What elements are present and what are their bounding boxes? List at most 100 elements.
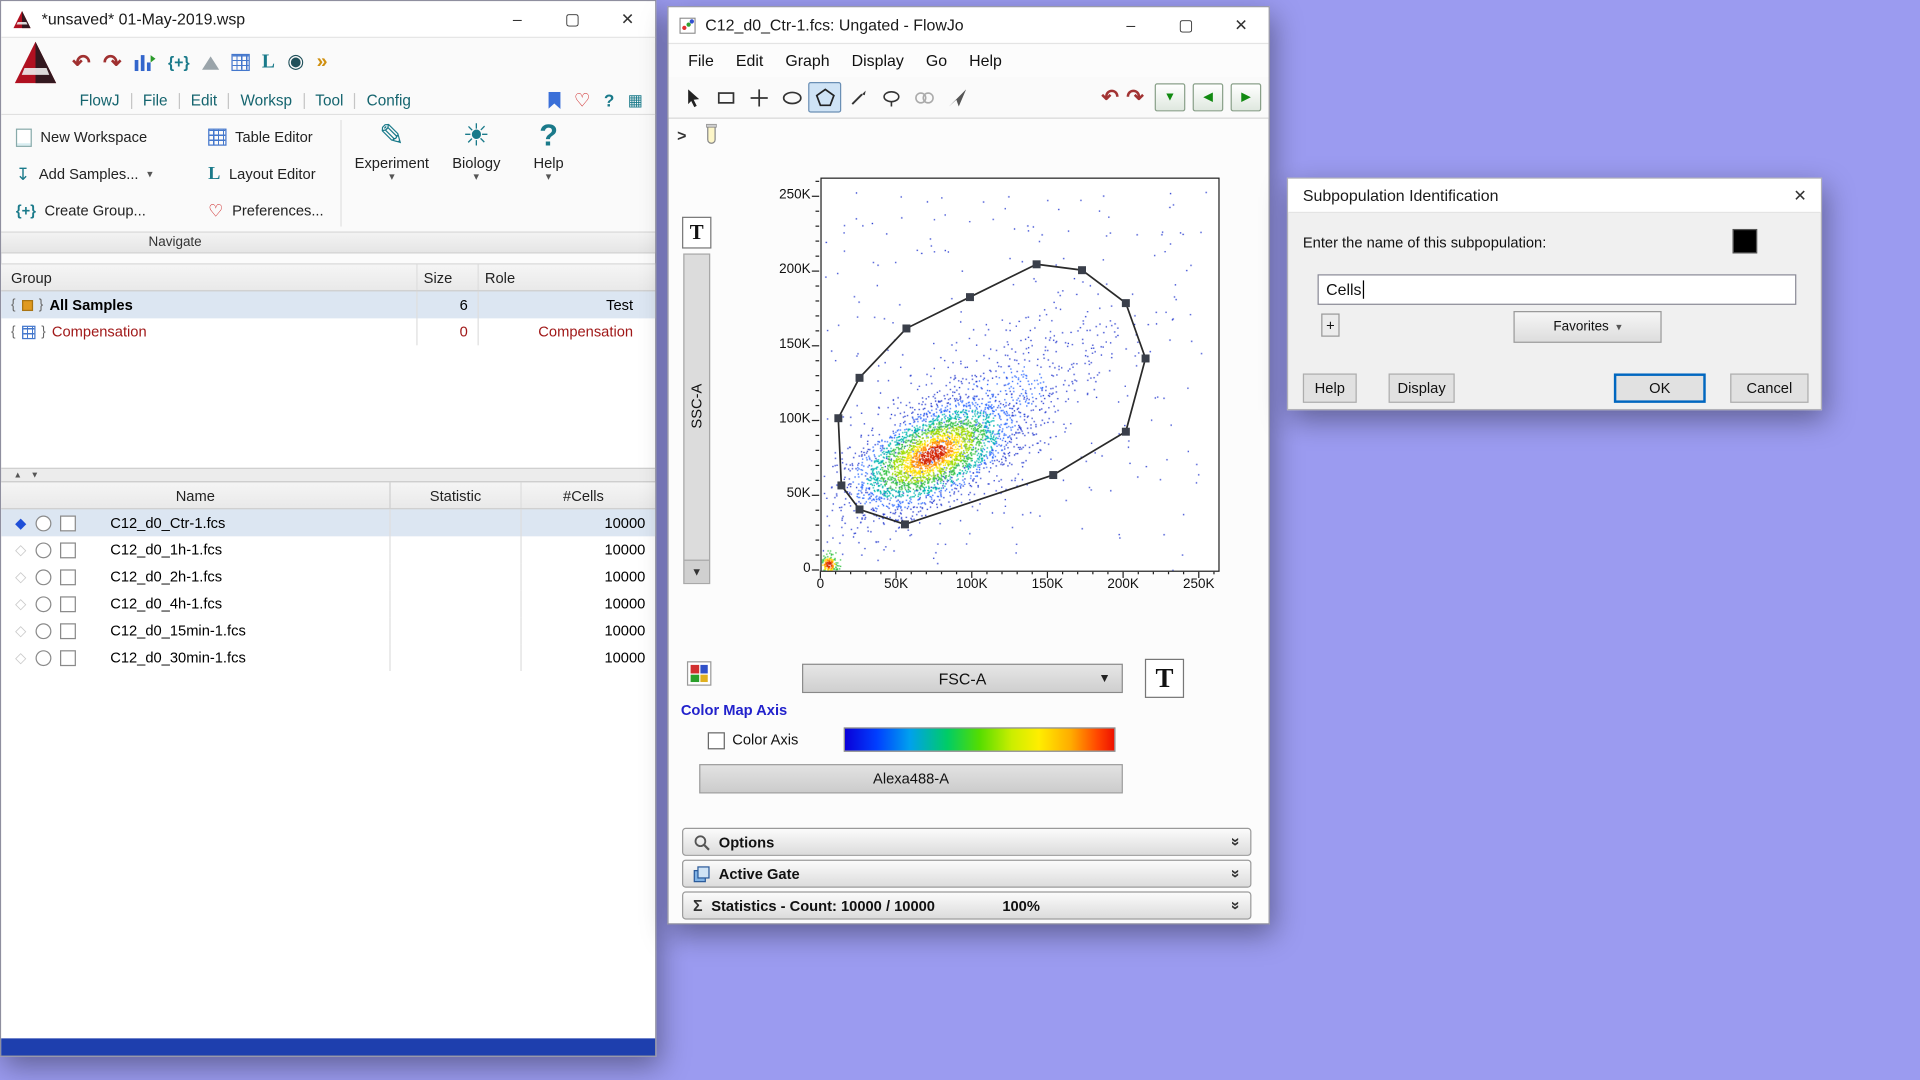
table-editor-button[interactable]: Table Editor <box>203 119 328 156</box>
y-axis-parameter-button[interactable]: SSC-A ▼ <box>683 253 710 584</box>
expand-chevrons-icon[interactable]: » <box>1227 869 1245 878</box>
layout-editor-icon[interactable]: L <box>262 51 275 73</box>
sample-radio[interactable] <box>36 596 52 612</box>
tab-tool[interactable]: Tool <box>315 92 343 109</box>
gate-vertex-handle[interactable] <box>966 293 974 301</box>
gate-vertex-handle[interactable] <box>856 374 864 382</box>
polygon-gate-tool-button[interactable] <box>808 82 841 113</box>
layout-editor-button[interactable]: L Layout Editor <box>203 156 328 193</box>
tab-config[interactable]: Config <box>367 92 411 109</box>
sample-row[interactable]: ◇C12_d0_2h-1.fcs 10000 <box>1 563 655 590</box>
tethered-gate-tool-button[interactable] <box>907 82 940 113</box>
globe-icon[interactable]: ◉ <box>287 51 304 73</box>
sample-row[interactable]: ◇C12_d0_4h-1.fcs 10000 <box>1 590 655 617</box>
histogram-icon[interactable] <box>202 56 219 69</box>
pointer-tool-button[interactable] <box>676 82 709 113</box>
sample-row[interactable]: ◇C12_d0_30min-1.fcs 10000 <box>1 644 655 671</box>
drill-down-button[interactable]: ▼ <box>1155 83 1186 111</box>
color-axis-checkbox[interactable] <box>708 732 725 749</box>
add-sample-bars-icon[interactable] <box>134 53 156 73</box>
color-parameter-button[interactable]: Alexa488-A <box>699 764 1123 793</box>
polygon-gate[interactable] <box>822 179 1219 571</box>
sample-row[interactable]: ◆C12_d0_Ctr-1.fcs 10000 <box>1 509 655 536</box>
sample-checkbox[interactable] <box>60 596 76 612</box>
menu-graph[interactable]: Graph <box>776 48 840 74</box>
gate-vertex-handle[interactable] <box>1122 299 1130 307</box>
bookmark-icon[interactable] <box>548 92 560 109</box>
preferences-button[interactable]: ♡ Preferences... <box>203 192 328 229</box>
expand-chevrons-icon[interactable]: » <box>1227 837 1245 846</box>
menu-file[interactable]: File <box>678 48 723 74</box>
mini-grid-icon[interactable]: ▦ <box>628 91 643 111</box>
menu-go[interactable]: Go <box>916 48 957 74</box>
biology-button[interactable]: ☀ Biology ▾ <box>438 118 514 183</box>
quad-gate-tool-button[interactable] <box>742 82 775 113</box>
sample-checkbox[interactable] <box>60 515 76 531</box>
gate-vertex-handle[interactable] <box>834 414 842 422</box>
group-row-compensation[interactable]: {} Compensation 0 Compensation <box>1 318 655 345</box>
create-group-button[interactable]: {+} Create Group... <box>11 192 157 229</box>
maximize-button[interactable]: ▢ <box>1158 7 1213 43</box>
add-samples-button[interactable]: ↧ Add Samples... ▾ <box>11 156 157 193</box>
rectangle-gate-tool-button[interactable] <box>709 82 742 113</box>
dialog-titlebar[interactable]: Subpopulation Identification ✕ <box>1288 179 1821 213</box>
close-button[interactable]: ✕ <box>600 1 655 37</box>
undo-icon[interactable]: ↶ <box>72 51 90 73</box>
menu-display[interactable]: Display <box>842 48 914 74</box>
expand-chevrons-icon[interactable]: » <box>1227 901 1245 910</box>
statistics-panel-bar[interactable]: Σ Statistics - Count: 10000 / 10000 100%… <box>682 891 1251 919</box>
help-button[interactable]: ? Help ▾ <box>520 118 576 183</box>
x-axis-parameter-dropdown[interactable]: FSC-A ▼ <box>802 664 1123 693</box>
sample-radio[interactable] <box>36 515 52 531</box>
sample-radio[interactable] <box>36 569 52 585</box>
favorites-dropdown[interactable]: Favorites ▾ <box>1513 311 1661 343</box>
fast-forward-icon[interactable]: » <box>317 51 328 73</box>
gate-color-swatch[interactable] <box>1733 229 1757 253</box>
ellipse-gate-tool-button[interactable] <box>775 82 808 113</box>
tab-workspace[interactable]: Worksp <box>240 92 292 109</box>
close-icon[interactable]: ✕ <box>1779 179 1821 212</box>
active-gate-panel-bar[interactable]: Active Gate » <box>682 860 1251 888</box>
graph-redo-icon[interactable]: ↷ <box>1123 85 1148 109</box>
options-panel-bar[interactable]: Options » <box>682 828 1251 856</box>
gate-vertex-handle[interactable] <box>1142 354 1150 362</box>
sample-row[interactable]: ◇C12_d0_15min-1.fcs 10000 <box>1 617 655 644</box>
menu-help[interactable]: Help <box>959 48 1011 74</box>
subpopulation-name-input[interactable]: Cells <box>1318 274 1797 305</box>
graph-titlebar[interactable]: C12_d0_Ctr-1.fcs: Ungated - FlowJo – ▢ ✕ <box>669 7 1269 44</box>
minimize-button[interactable]: – <box>490 1 545 37</box>
minimize-button[interactable]: – <box>1103 7 1158 43</box>
help-icon[interactable]: ? <box>604 91 614 111</box>
cancel-button[interactable]: Cancel <box>1730 373 1808 402</box>
sample-checkbox[interactable] <box>60 542 76 558</box>
tab-edit[interactable]: Edit <box>191 92 217 109</box>
maximize-button[interactable]: ▢ <box>545 1 600 37</box>
close-button[interactable]: ✕ <box>1213 7 1268 43</box>
gate-vertex-handle[interactable] <box>1033 260 1041 268</box>
gate-vertex-handle[interactable] <box>837 481 845 489</box>
freehand-gate-tool-button[interactable] <box>841 82 874 113</box>
y-axis-text-button[interactable]: T <box>682 217 711 249</box>
gate-vertex-handle[interactable] <box>1049 471 1057 479</box>
sample-checkbox[interactable] <box>60 623 76 639</box>
gate-vertex-handle[interactable] <box>901 520 909 528</box>
help-button[interactable]: Help <box>1303 373 1357 402</box>
density-plot[interactable] <box>820 178 1219 572</box>
sample-radio[interactable] <box>36 623 52 639</box>
splitter-down-icon[interactable]: ▼ <box>31 471 39 480</box>
sample-radio[interactable] <box>36 650 52 666</box>
auto-gate-tool-button[interactable] <box>874 82 907 113</box>
gate-vertex-handle[interactable] <box>902 324 910 332</box>
table-splitter[interactable]: ▲ ▼ <box>1 468 655 483</box>
tab-flowj[interactable]: FlowJ <box>80 92 120 109</box>
sample-row[interactable]: ◇C12_d0_1h-1.fcs 10000 <box>1 536 655 563</box>
gate-vertex-handle[interactable] <box>856 505 864 513</box>
y-axis-dropdown-arrow[interactable]: ▼ <box>684 560 708 583</box>
gate-vertex-handle[interactable] <box>1122 428 1130 436</box>
table-editor-icon[interactable] <box>231 54 249 71</box>
dart-tool-button[interactable] <box>940 82 973 113</box>
create-group-icon[interactable]: {+} <box>168 51 190 73</box>
gate-vertex-handle[interactable] <box>1078 266 1086 274</box>
ok-button[interactable]: OK <box>1614 373 1706 402</box>
display-button[interactable]: Display <box>1389 373 1455 402</box>
